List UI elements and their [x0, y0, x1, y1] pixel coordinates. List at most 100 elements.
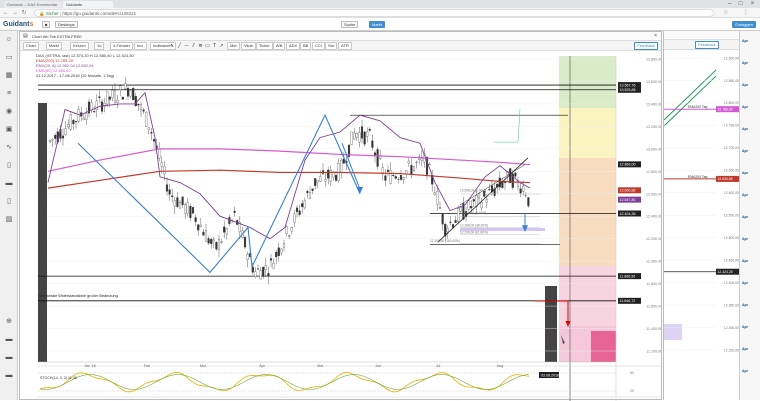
ticker-button[interactable]: Ticker [256, 42, 273, 50]
news-item[interactable]: Apr [742, 237, 760, 241]
maximize-icon[interactable]: □ [736, 0, 745, 8]
folder-4-icon[interactable]: ▬ [3, 371, 15, 380]
url-input[interactable]: 🔒 Sicher | https://go.guidants.com/de#c/… [34, 9, 714, 17]
add-icon[interactable]: ⊕ [3, 317, 15, 326]
news-item[interactable]: Apr [742, 105, 760, 109]
news-item[interactable]: Apr [742, 369, 760, 373]
news-item[interactable]: Apr [742, 303, 760, 307]
cci-button[interactable]: CCI [312, 42, 325, 50]
chart-toolbar: Chart Markt Kerzen 1d 4-Fenster Ind. Ind… [20, 41, 661, 51]
right-axis-label: 12.400,00 [724, 281, 739, 285]
news-item[interactable]: Apr [742, 259, 760, 263]
avatar[interactable]: ■ [42, 21, 51, 28]
candle-body [106, 91, 109, 105]
news-item[interactable]: Apr [742, 171, 760, 175]
sto-button[interactable]: Sto [325, 42, 338, 50]
news-item[interactable]: Apr [742, 83, 760, 87]
atr-label: ATR [341, 43, 349, 48]
star-icon[interactable]: ☆ [722, 9, 730, 17]
news-item[interactable]: Apr [742, 39, 760, 43]
atr-button[interactable]: ATR [338, 42, 352, 50]
fib-label: 12.395,00 (0.60%) [460, 211, 486, 215]
channel-tool-icon[interactable]: ⫽ [190, 42, 197, 50]
news-item[interactable]: Apr [742, 127, 760, 131]
candles-button[interactable]: Kerzen [70, 42, 89, 50]
vline-button[interactable]: Vline [241, 42, 256, 50]
fib-label: 12.598,00 (0.00%) [460, 189, 486, 193]
folder-3-icon[interactable]: ▬ [3, 353, 15, 362]
menu-icon[interactable]: ⋮ [742, 9, 750, 17]
interval-button[interactable]: 1d [94, 42, 105, 50]
line-tool-icon[interactable]: ╱ [176, 42, 183, 50]
widget-menu-icon[interactable]: ▤ [23, 33, 28, 40]
card-icon[interactable]: ▣ [3, 125, 15, 134]
news-item[interactable]: Apr [742, 193, 760, 197]
candle-body [399, 175, 403, 180]
hline-tool-icon[interactable]: ─ [183, 42, 190, 50]
logo-accent: s [29, 21, 34, 28]
feedback-label-right: Feedback [698, 42, 716, 47]
adx-button[interactable]: ADX [286, 42, 301, 50]
browser-tab-2[interactable]: Guidants [63, 1, 113, 8]
image-icon[interactable]: ▨ [3, 215, 15, 224]
drawings [77, 108, 571, 344]
news-item[interactable]: Apr [742, 215, 760, 219]
minimize-icon[interactable]: – [725, 0, 734, 8]
price-axis-label: 13.400,00 [646, 102, 661, 106]
feedback-button[interactable]: Feedback [634, 42, 658, 50]
news-item[interactable]: Apr [742, 347, 760, 351]
reload-icon[interactable]: ↻ [20, 9, 28, 17]
news-date: Apr [742, 127, 749, 131]
right-chart[interactable]: 12.900,00 12.850,00 12.800,00 12.750,00 12.7… [664, 50, 740, 400]
x-axis-label: Mrz [200, 364, 206, 368]
news-item[interactable]: Apr [742, 61, 760, 65]
ema50-line [47, 148, 531, 172]
candle-body [223, 226, 226, 233]
news-item[interactable]: Apr [742, 281, 760, 285]
chart-button[interactable]: Chart [23, 42, 39, 50]
cursor-icon[interactable]: ↖ [169, 42, 176, 50]
forward-icon[interactable]: → [11, 9, 19, 17]
grid-icon[interactable]: ▦ [3, 71, 15, 80]
back-icon[interactable]: ← [2, 9, 10, 17]
markt-button[interactable]: Markt [369, 21, 385, 28]
monitor-icon[interactable]: ▭ [3, 53, 15, 62]
text-tool-icon[interactable]: T [211, 42, 218, 50]
candle-body [113, 90, 117, 103]
candle-body [132, 87, 135, 101]
candle-body [64, 128, 67, 135]
close-icon[interactable]: × [748, 0, 757, 8]
layout-label: 4-Fenster [113, 43, 131, 48]
candle-body [386, 169, 390, 172]
price-chart[interactable]: 13.800,00 13.600,00 13.400,00 13.200,00 13.0… [20, 51, 661, 401]
list-icon[interactable]: ≡ [3, 89, 15, 98]
document-icon[interactable]: ▯ [3, 161, 15, 170]
browser-tab-1[interactable]: Guidants – DAX Kommentar [4, 1, 62, 8]
ind-button[interactable]: Ind. [134, 42, 147, 50]
news-item[interactable]: Apr [742, 325, 760, 329]
candle-body [147, 127, 150, 130]
user-icon[interactable]: ☺ [3, 35, 15, 44]
zone-green [559, 56, 616, 108]
fib-tool-icon[interactable]: ≣ [197, 42, 204, 50]
layout-button[interactable]: 4-Fenster [110, 42, 134, 50]
guidants-logo[interactable]: Guidants [3, 20, 33, 29]
markt-tb-button[interactable]: Markt [46, 42, 62, 50]
doc-icon[interactable]: ▯ [3, 197, 15, 206]
bb-button[interactable]: BB [300, 42, 312, 50]
mer-button[interactable]: Mer [227, 42, 240, 50]
eye-icon[interactable]: ◉ [3, 107, 15, 116]
login-button[interactable]: Einloggen [732, 21, 756, 28]
arrow-tool-icon[interactable]: ↗ [218, 42, 225, 50]
news-item[interactable]: Apr [742, 149, 760, 153]
candle-body [480, 202, 483, 209]
folder-icon[interactable]: ▬ [3, 179, 15, 188]
folder-2-icon[interactable]: ▬ [3, 335, 15, 344]
feedback-button-right[interactable]: Feedback [695, 41, 719, 49]
search-button[interactable]: Suche [341, 21, 359, 28]
rect-tool-icon[interactable]: ▭ [204, 42, 211, 50]
desktops-button[interactable]: Desktops [55, 21, 78, 28]
ab-button[interactable]: A/B [273, 42, 286, 50]
widget-close-icon[interactable]: × [654, 33, 657, 40]
chart-icon[interactable]: ∿ [3, 143, 15, 152]
